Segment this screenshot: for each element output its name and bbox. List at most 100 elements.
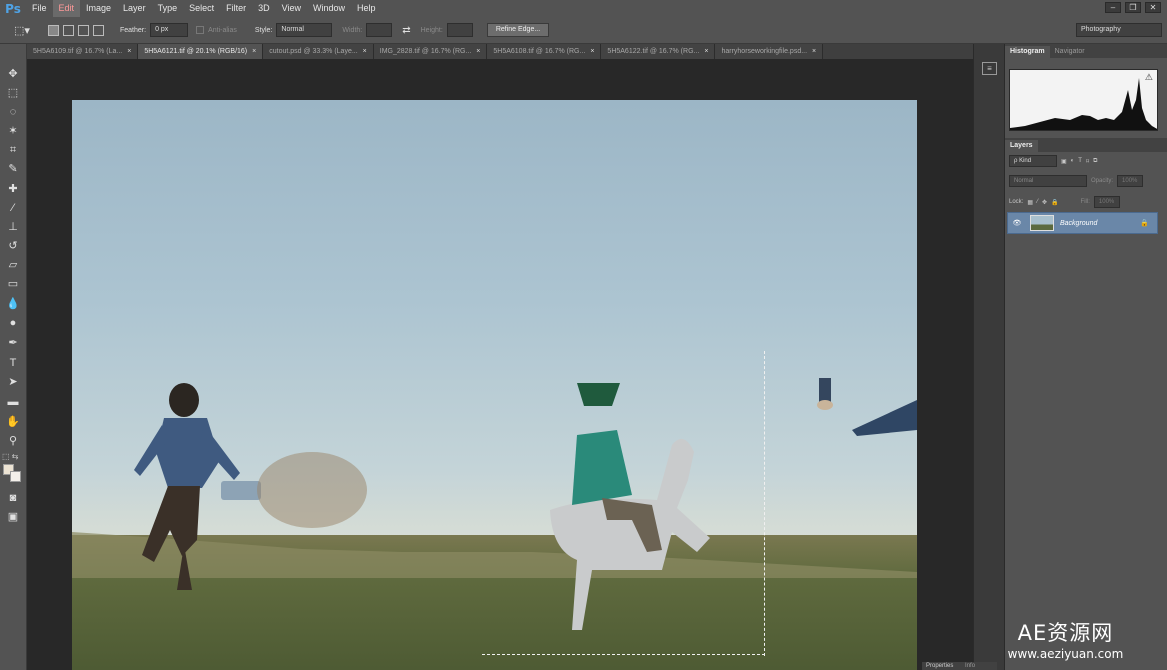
fill-input[interactable]: 100% [1093, 196, 1120, 208]
zoom-tool-icon[interactable]: ⚲ [4, 433, 22, 449]
eraser-tool-icon[interactable]: ▱ [4, 257, 22, 273]
opacity-label: Opacity: [1091, 178, 1114, 184]
style-label: Style: [254, 26, 273, 34]
filter-type-icon[interactable]: T [1078, 158, 1082, 164]
dodge-tool-icon[interactable]: ● [4, 315, 22, 331]
doc-tab[interactable]: 5H5A6122.tif @ 16.7% (RG... × [601, 44, 716, 59]
brush-tool-icon[interactable]: ⁄ [4, 200, 22, 216]
menu-image[interactable]: Image [80, 0, 117, 17]
doc-tab[interactable]: 5H5A6108.tif @ 16.7% (RG... × [487, 44, 602, 59]
lock-all-icon[interactable]: 🔒 [1051, 199, 1058, 206]
lock-position-icon[interactable]: ✥ [1042, 199, 1047, 206]
canvas-area[interactable] [27, 59, 973, 670]
pen-tool-icon[interactable]: ✒ [4, 335, 22, 351]
healing-brush-tool-icon[interactable]: ✚ [4, 181, 22, 197]
lock-transparent-icon[interactable]: ▦ [1027, 199, 1033, 206]
close-tab-icon[interactable]: × [127, 44, 131, 59]
clone-stamp-tool-icon[interactable]: ⊥ [4, 219, 22, 235]
blur-tool-icon[interactable]: 💧 [4, 296, 22, 312]
background-color-swatch[interactable] [10, 471, 21, 482]
filter-adjustment-icon[interactable]: ◐ [1071, 158, 1075, 164]
opacity-input[interactable]: 100% [1117, 175, 1144, 187]
type-tool-icon[interactable]: T [4, 355, 22, 371]
doc-tab[interactable]: 5H5A6109.tif @ 16.7% (La... × [27, 44, 139, 59]
swap-dimensions-icon[interactable]: ⇄ [402, 25, 410, 36]
menu-view[interactable]: View [276, 0, 307, 17]
feather-input[interactable]: 0 px [150, 23, 189, 37]
doc-tab[interactable]: IMG_2828.tif @ 16.7% (RG... × [373, 44, 488, 59]
path-selection-tool-icon[interactable]: ➤ [4, 374, 22, 390]
doc-tab[interactable]: cutout.psd @ 33.3% (Laye... × [263, 44, 374, 59]
doc-tab-label: 5H5A6108.tif @ 16.7% (RG... [493, 48, 586, 55]
visibility-eye-icon[interactable]: 👁 [1008, 219, 1026, 227]
selection-mode-group [48, 24, 104, 36]
layers-panel-header: Layers [1005, 138, 1167, 152]
width-label: Width: [342, 26, 363, 34]
height-input[interactable] [446, 23, 473, 37]
subtract-selection-icon[interactable] [78, 24, 89, 36]
menu-file[interactable]: File [26, 0, 53, 17]
lasso-tool-icon[interactable]: ◌ [4, 104, 22, 120]
clipping-warning-icon[interactable]: ⚠ [1145, 72, 1153, 83]
history-brush-tool-icon[interactable]: ↺ [4, 238, 22, 254]
properties-tab[interactable]: Properties [926, 663, 953, 669]
close-tab-icon[interactable]: × [476, 44, 480, 59]
navigator-tab[interactable]: Navigator [1050, 46, 1090, 58]
rectangle-tool-icon[interactable]: ▬ [4, 394, 22, 410]
menu-layer[interactable]: Layer [117, 0, 152, 17]
doc-tab-label: harryhorseworkingfile.psd... [721, 48, 808, 55]
layer-name: Background [1060, 219, 1098, 227]
style-select[interactable]: Normal [276, 23, 333, 37]
refine-edge-button[interactable]: Refine Edge... [486, 23, 550, 37]
crop-tool-icon[interactable]: ⌗ [4, 142, 22, 158]
close-tab-icon[interactable]: × [252, 44, 256, 59]
move-tool-icon[interactable]: ✥ [4, 66, 22, 82]
info-tab[interactable]: Info [965, 663, 975, 669]
eyedropper-tool-icon[interactable]: ✎ [4, 161, 22, 177]
restore-button[interactable]: ❐ [1125, 2, 1141, 13]
blend-opacity-row: Normal Opacity: 100% [1009, 175, 1144, 187]
hand-tool-icon[interactable]: ✋ [4, 414, 22, 430]
screen-mode-icon[interactable]: ▣ [4, 509, 22, 525]
filter-shape-icon[interactable]: ⌑ [1086, 158, 1089, 165]
menu-edit[interactable]: Edit [52, 0, 81, 17]
blend-mode-select[interactable]: Normal [1009, 175, 1087, 187]
marquee-tool-icon[interactable]: ⬚ [4, 85, 22, 101]
add-selection-icon[interactable] [63, 24, 74, 36]
properties-panel-icon[interactable]: ≡ [982, 62, 997, 75]
menu-window[interactable]: Window [307, 0, 351, 17]
width-input[interactable] [366, 23, 393, 37]
close-tab-icon[interactable]: × [363, 44, 367, 59]
new-selection-icon[interactable] [48, 24, 59, 36]
histogram-tab[interactable]: Histogram [1005, 46, 1050, 58]
marquee-tool-preset-icon[interactable]: ⬚▾ [14, 24, 36, 37]
antialias-checkbox[interactable] [196, 26, 205, 34]
minimize-button[interactable]: – [1105, 2, 1121, 13]
quick-mask-icon[interactable]: ◙ [4, 490, 22, 506]
fill-label: Fill: [1080, 199, 1090, 205]
close-tab-icon[interactable]: × [812, 44, 816, 59]
menu-help[interactable]: Help [351, 0, 382, 17]
quick-selection-tool-icon[interactable]: ✶ [4, 123, 22, 139]
gradient-tool-icon[interactable]: ▭ [4, 276, 22, 292]
menu-type[interactable]: Type [152, 0, 184, 17]
layer-row-background[interactable]: 👁 Background 🔒 [1007, 212, 1158, 234]
filter-pixel-icon[interactable]: ▣ [1061, 158, 1067, 165]
close-button[interactable]: ✕ [1145, 2, 1161, 13]
filter-kind-select[interactable]: ρ Kind [1009, 155, 1057, 167]
intersect-selection-icon[interactable] [93, 24, 104, 36]
close-tab-icon[interactable]: × [590, 44, 594, 59]
filter-smart-object-icon[interactable]: ⧉ [1093, 158, 1097, 165]
lock-image-icon[interactable]: ⁄ [1037, 199, 1038, 205]
watermark: AE资源网 www.aeziyuan.com [968, 620, 1163, 662]
workspace-select[interactable]: Photography [1076, 23, 1162, 37]
doc-tab[interactable]: harryhorseworkingfile.psd... × [715, 44, 824, 59]
doc-tab-active[interactable]: 5H5A6121.tif @ 20.1% (RGB/16) × [138, 44, 264, 59]
swap-colors-icon[interactable]: ⬚ ⇆ [2, 452, 18, 461]
close-tab-icon[interactable]: × [704, 44, 708, 59]
layers-tab[interactable]: Layers [1005, 140, 1038, 152]
document-image[interactable] [72, 100, 917, 670]
menu-select[interactable]: Select [183, 0, 220, 17]
menu-filter[interactable]: Filter [220, 0, 252, 17]
menu-3d[interactable]: 3D [252, 0, 276, 17]
